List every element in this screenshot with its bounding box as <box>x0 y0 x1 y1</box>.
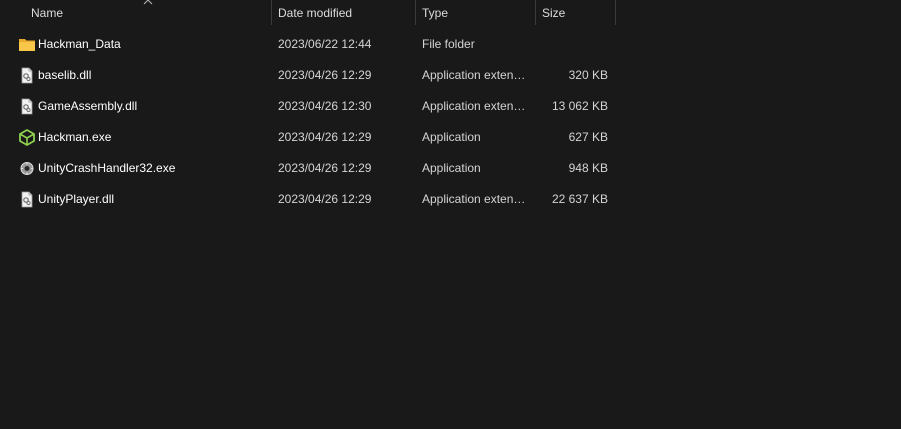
file-date-modified: 2023/04/26 12:30 <box>278 99 372 113</box>
file-row[interactable]: UnityPlayer.dll 2023/04/26 12:29 Applica… <box>0 184 620 215</box>
file-name: Hackman.exe <box>38 130 112 144</box>
file-row[interactable]: Hackman_Data 2023/06/22 12:44 File folde… <box>0 29 620 60</box>
file-size <box>538 29 608 60</box>
file-type: Application exten… <box>422 68 526 82</box>
file-row[interactable]: Hackman.exe 2023/04/26 12:29 Application… <box>0 122 620 153</box>
file-date-modified: 2023/04/26 12:29 <box>278 161 372 175</box>
file-name: baselib.dll <box>38 68 92 82</box>
file-row[interactable]: baselib.dll 2023/04/26 12:29 Application… <box>0 60 620 91</box>
file-name: UnityCrashHandler32.exe <box>38 161 176 175</box>
column-divider[interactable] <box>615 0 616 25</box>
dll-file-icon <box>18 67 36 84</box>
file-size: 22 637 KB <box>551 192 608 206</box>
crash-handler-icon <box>18 160 36 177</box>
file-type: Application exten… <box>422 99 526 113</box>
unity-cube-icon <box>18 129 36 146</box>
file-size: 948 KB <box>568 161 608 175</box>
file-type: File folder <box>422 37 475 51</box>
file-explorer-details-view: Name Date modified Type Size Hackman_Dat… <box>0 0 901 429</box>
file-row[interactable]: GameAssembly.dll 2023/04/26 12:30 Applic… <box>0 91 620 122</box>
dll-file-icon <box>18 98 36 115</box>
file-list: Hackman_Data 2023/06/22 12:44 File folde… <box>0 29 620 215</box>
column-header-row: Name Date modified Type Size <box>0 0 620 26</box>
file-date-modified: 2023/06/22 12:44 <box>278 37 372 51</box>
file-size: 13 062 KB <box>551 99 608 113</box>
file-name: UnityPlayer.dll <box>38 192 115 206</box>
column-header-name[interactable]: Name <box>25 0 270 26</box>
file-type: Application exten… <box>422 192 526 206</box>
file-type: Application <box>422 130 481 144</box>
column-header-date-modified[interactable]: Date modified <box>272 0 415 26</box>
file-name: Hackman_Data <box>38 37 121 51</box>
column-header-size[interactable]: Size <box>536 0 615 26</box>
file-date-modified: 2023/04/26 12:29 <box>278 192 372 206</box>
file-row[interactable]: UnityCrashHandler32.exe 2023/04/26 12:29… <box>0 153 620 184</box>
dll-file-icon <box>18 191 36 208</box>
file-size: 627 KB <box>568 130 608 144</box>
file-date-modified: 2023/04/26 12:29 <box>278 130 372 144</box>
column-header-type[interactable]: Type <box>416 0 534 26</box>
file-name: GameAssembly.dll <box>38 99 138 113</box>
file-type: Application <box>422 161 481 175</box>
file-size: 320 KB <box>568 68 608 82</box>
file-date-modified: 2023/04/26 12:29 <box>278 68 372 82</box>
folder-icon <box>18 36 36 53</box>
